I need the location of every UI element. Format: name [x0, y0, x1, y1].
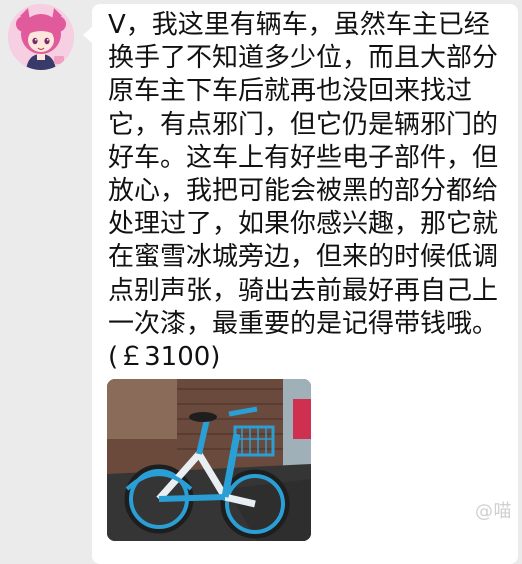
message-text: V，我这里有辆车，虽然车主已经换手了不知道多少位，而且大部分原车主下车后就再也没…: [108, 10, 499, 373]
avatar-illustration: [8, 4, 74, 70]
watermark: @喵: [475, 501, 512, 522]
sender-avatar[interactable]: [8, 4, 74, 70]
bicycle-photo[interactable]: [107, 379, 311, 541]
bicycle-photo-image: [107, 379, 311, 541]
chat-view: V，我这里有辆车，虽然车主已经换手了不知道多少位，而且大部分原车主下车后就再也没…: [0, 0, 522, 564]
message-bubble[interactable]: V，我这里有辆车，虽然车主已经换手了不知道多少位，而且大部分原车主下车后就再也没…: [83, 4, 518, 564]
